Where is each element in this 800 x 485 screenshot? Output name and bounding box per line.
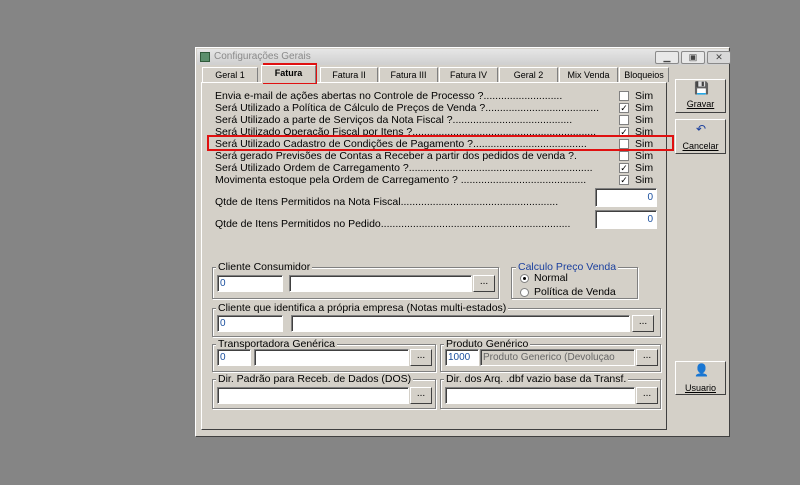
window-title: Configurações Gerais xyxy=(214,51,311,62)
dir-dbf-browse-button[interactable]: ... xyxy=(636,387,658,404)
option-value: Sim xyxy=(635,102,654,114)
undo-arrow-icon: ↶ xyxy=(695,122,707,136)
cliente-consumidor-name[interactable] xyxy=(289,275,472,292)
limit-nota-text: Qtde de Itens Permitidos na Nota Fiscal.… xyxy=(215,196,559,208)
option-checkbox[interactable]: ✓ xyxy=(619,163,629,173)
produto-name: Produto Generico (Devoluçao xyxy=(480,349,635,366)
option-row-servicos-nota: Será Utilizado a parte de Serviços da No… xyxy=(215,114,657,126)
cliente-consumidor-code[interactable]: 0 xyxy=(217,275,283,292)
tab-fatura-ii[interactable]: Fatura II xyxy=(320,67,378,82)
radio-politica-venda[interactable] xyxy=(520,288,529,297)
transportadora-lookup-button[interactable]: ... xyxy=(410,349,432,366)
transportadora-name[interactable] xyxy=(254,349,409,366)
limit-nota-input[interactable]: 0 xyxy=(595,188,657,207)
option-row-previsoes-contas: Será gerado Previsões de Contas a Recebe… xyxy=(215,150,657,162)
check-mark-icon: ✓ xyxy=(620,103,628,113)
tab-geral-2[interactable]: Geral 2 xyxy=(499,67,558,82)
cliente-empresa-code[interactable]: 0 xyxy=(217,315,283,332)
cliente-empresa-label: Cliente que identifica a própria empresa… xyxy=(216,302,509,314)
check-mark-icon: ✓ xyxy=(620,175,628,185)
check-mark-icon: ✓ xyxy=(620,163,628,173)
highlight-condicoes-pagamento xyxy=(207,135,674,151)
minimize-icon: ▁ xyxy=(663,52,671,62)
option-label: Será Utilizado Ordem de Carregamento ?..… xyxy=(215,162,593,174)
usuario-label: Usuario xyxy=(684,383,716,393)
radio-politica-venda-label: Política de Venda xyxy=(534,286,616,298)
transportadora-code[interactable]: 0 xyxy=(217,349,251,366)
dir-dbf-input[interactable] xyxy=(445,387,635,404)
option-checkbox[interactable] xyxy=(619,151,629,161)
option-label: Será gerado Previsões de Contas a Recebe… xyxy=(215,150,577,162)
option-label: Será Utilizado a Política de Cálculo de … xyxy=(215,102,600,114)
user-icon: 👤 xyxy=(694,363,709,377)
option-value: Sim xyxy=(635,90,654,102)
cliente-empresa-lookup-button[interactable]: ... xyxy=(632,315,654,332)
radio-normal[interactable] xyxy=(520,274,529,283)
gravar-button[interactable]: 💾 Gravar xyxy=(675,79,726,113)
radio-normal-label: Normal xyxy=(534,272,568,284)
tab-fatura-iv[interactable]: Fatura IV xyxy=(439,67,498,82)
option-row-politica-preco: Será Utilizado a Política de Cálculo de … xyxy=(215,102,657,114)
cancelar-button[interactable]: ↶ Cancelar xyxy=(675,119,726,154)
floppy-disk-icon: 💾 xyxy=(694,81,709,95)
option-row-movimenta-estoque: Movimenta estoque pela Ordem de Carregam… xyxy=(215,174,657,186)
produto-lookup-button[interactable]: ... xyxy=(636,349,658,366)
option-value: Sim xyxy=(635,150,654,162)
app-icon xyxy=(200,52,210,62)
limit-nota-label: Qtde de Itens Permitidos na Nota Fiscal.… xyxy=(215,196,595,208)
option-value: Sim xyxy=(635,162,654,174)
cancelar-label: Cancelar xyxy=(682,141,719,151)
cliente-empresa-name[interactable] xyxy=(291,315,630,332)
usuario-button[interactable]: 👤 Usuario xyxy=(675,361,726,395)
close-button[interactable]: ✕ xyxy=(707,51,731,64)
limit-pedido-text: Qtde de Itens Permitidos no Pedido......… xyxy=(215,218,571,230)
option-label: Movimenta estoque pela Ordem de Carregam… xyxy=(215,174,587,186)
option-checkbox[interactable]: ✓ xyxy=(619,103,629,113)
option-value: Sim xyxy=(635,114,654,126)
dir-dados-label: Dir. Padrão para Receb. de Dados (DOS) xyxy=(216,373,414,385)
option-row-email-acoes: Envia e-mail de ações abertas no Control… xyxy=(215,90,657,102)
option-label: Será Utilizado a parte de Serviços da No… xyxy=(215,114,573,126)
option-checkbox[interactable] xyxy=(619,115,629,125)
tab-bloqueios[interactable]: Bloqueios xyxy=(619,67,669,82)
maximize-icon: ▣ xyxy=(688,52,698,62)
option-row-ordem-carregamento: Será Utilizado Ordem de Carregamento ?..… xyxy=(215,162,657,174)
produto-code[interactable]: 1000 xyxy=(445,349,479,366)
cliente-consumidor-lookup-button[interactable]: ... xyxy=(473,275,495,292)
tab-geral-1[interactable]: Geral 1 xyxy=(202,67,258,82)
option-label: Envia e-mail de ações abertas no Control… xyxy=(215,90,563,102)
option-value: Sim xyxy=(635,174,654,186)
minimize-button[interactable]: ▁ xyxy=(655,51,679,64)
dir-dados-browse-button[interactable]: ... xyxy=(410,387,432,404)
close-icon: ✕ xyxy=(715,52,723,62)
tab-fatura-iii[interactable]: Fatura III xyxy=(379,67,438,82)
gravar-label: Gravar xyxy=(686,99,715,109)
option-checkbox[interactable]: ✓ xyxy=(619,175,629,185)
maximize-button[interactable]: ▣ xyxy=(681,51,705,64)
limit-pedido-label: Qtde de Itens Permitidos no Pedido......… xyxy=(215,218,595,230)
tab-fatura[interactable]: Fatura xyxy=(261,65,316,83)
dir-dbf-label: Dir. dos Arq. .dbf vazio base da Transf. xyxy=(444,373,629,385)
option-checkbox[interactable] xyxy=(619,91,629,101)
dir-dados-input[interactable] xyxy=(217,387,409,404)
limit-pedido-input[interactable]: 0 xyxy=(595,210,657,229)
settings-window: Configurações Gerais ▁ ▣ ✕ Geral 1 Fatur… xyxy=(195,47,731,437)
tab-mix-venda[interactable]: Mix Venda xyxy=(559,67,618,82)
cliente-consumidor-label: Cliente Consumidor xyxy=(216,261,313,273)
